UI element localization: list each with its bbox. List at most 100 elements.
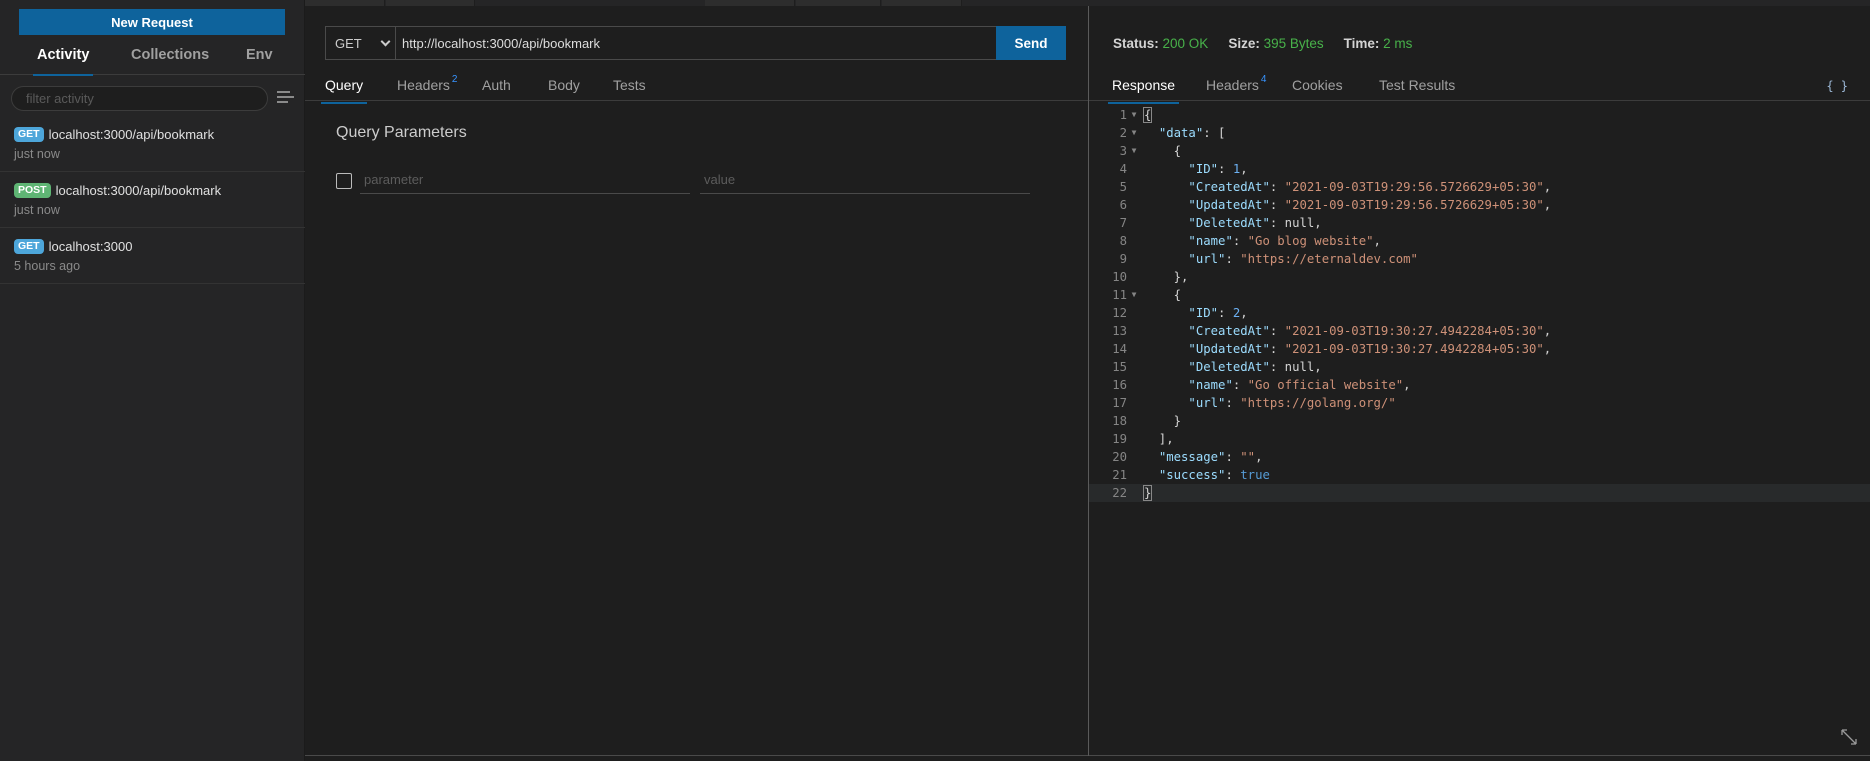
tab-cookies[interactable]: Cookies: [1292, 77, 1343, 93]
tab-query[interactable]: Query: [320, 77, 368, 104]
method-badge: POST: [14, 182, 51, 198]
line-number: 19: [1112, 432, 1127, 446]
line-number: 13: [1112, 324, 1127, 338]
line-number: 9: [1119, 252, 1127, 266]
fold-toggle-icon[interactable]: ▼: [1127, 124, 1141, 142]
method-badge: GET: [14, 238, 44, 254]
tab-activity[interactable]: Activity: [32, 47, 94, 76]
code-line: 10 },: [1089, 268, 1870, 286]
param-enabled-checkbox[interactable]: [336, 173, 352, 189]
line-content: "UpdatedAt": "2021-09-03T19:30:27.494228…: [1188, 342, 1552, 356]
line-content: {: [1144, 288, 1182, 302]
status-stat: Status: 200 OK: [1113, 36, 1208, 51]
line-content: "name": "Go official website",: [1188, 378, 1411, 392]
time-stat: Time: 2 ms: [1344, 36, 1413, 51]
line-content: {: [1142, 107, 1153, 123]
line-number: 22: [1112, 486, 1127, 500]
fold-toggle-icon[interactable]: ▼: [1127, 142, 1141, 160]
tab-test-results[interactable]: Test Results: [1379, 77, 1455, 93]
code-line: 5 "CreatedAt": "2021-09-03T19:29:56.5726…: [1089, 178, 1870, 196]
line-number: 7: [1119, 216, 1127, 230]
sidebar-tabs: Activity Collections Env: [0, 40, 305, 76]
activity-list: GET localhost:3000/api/bookmark just now…: [0, 116, 305, 284]
code-line: 11 ▼ {: [1089, 286, 1870, 304]
headers-count: 2: [451, 74, 458, 85]
tab-label: Query: [325, 77, 364, 93]
code-line: 2 ▼ "data": [: [1089, 124, 1870, 142]
sort-icon[interactable]: [277, 90, 295, 104]
line-number: 12: [1112, 306, 1127, 320]
method-select[interactable]: GET: [326, 27, 396, 59]
line-content: ],: [1144, 432, 1174, 446]
tab-tests[interactable]: Tests: [613, 77, 646, 93]
line-number: 5: [1119, 180, 1127, 194]
tab-response[interactable]: Response: [1107, 77, 1180, 104]
line-number: 8: [1119, 234, 1127, 248]
url-input[interactable]: [396, 27, 996, 59]
activity-time: just now: [14, 203, 60, 217]
query-param-row: [336, 166, 1056, 196]
param-value-input[interactable]: [700, 166, 1030, 194]
activity-url: localhost:3000/api/bookmark: [48, 126, 215, 142]
param-name-input[interactable]: [360, 166, 690, 194]
tab-response-headers[interactable]: Headers 4: [1206, 74, 1267, 93]
size-label: Size:: [1228, 36, 1260, 51]
line-content: "ID": 2,: [1188, 306, 1248, 320]
tab-label: Headers: [1206, 77, 1259, 93]
line-content: "url": "https://eternaldev.com": [1188, 252, 1418, 266]
filter-activity-input[interactable]: [11, 86, 268, 111]
code-line: 13 "CreatedAt": "2021-09-03T19:30:27.494…: [1089, 322, 1870, 340]
chevron-down-icon: [380, 36, 391, 47]
format-json-icon[interactable]: { }: [1826, 79, 1848, 93]
request-panel: GET Send Query Headers2 Auth Body Tests …: [305, 6, 1088, 756]
activity-item[interactable]: GET localhost:3000 5 hours ago: [0, 228, 305, 284]
line-content: }: [1142, 485, 1153, 501]
line-number: 3: [1119, 144, 1127, 158]
tab-env[interactable]: Env: [246, 47, 273, 63]
code-line: 8 "name": "Go blog website",: [1089, 232, 1870, 250]
tab-body[interactable]: Body: [548, 77, 580, 93]
activity-item[interactable]: POST localhost:3000/api/bookmark just no…: [0, 172, 305, 228]
response-body-editor[interactable]: 1 ▼{2 ▼ "data": [3 ▼ {4 "ID": 1, 5 "CreatedA…: [1089, 106, 1870, 502]
code-line: 18 }: [1089, 412, 1870, 430]
code-line: 21 "success": true: [1089, 466, 1870, 484]
line-number: 20: [1112, 450, 1127, 464]
activity-item[interactable]: GET localhost:3000/api/bookmark just now: [0, 116, 305, 172]
line-number: 14: [1112, 342, 1127, 356]
code-line: 6 "UpdatedAt": "2021-09-03T19:29:56.5726…: [1089, 196, 1870, 214]
headers-count: 4: [1260, 74, 1267, 85]
line-number: 17: [1112, 396, 1127, 410]
line-content: }: [1144, 414, 1182, 428]
expand-icon[interactable]: [1840, 728, 1858, 746]
query-parameters-title: Query Parameters: [336, 124, 467, 141]
panel-bottom-border: [1089, 755, 1870, 756]
code-line: 17 "url": "https://golang.org/": [1089, 394, 1870, 412]
status-label: Status:: [1113, 36, 1159, 51]
line-content: "DeletedAt": null,: [1188, 360, 1322, 374]
tab-headers[interactable]: Headers 2: [397, 74, 458, 93]
line-number: 6: [1119, 198, 1127, 212]
response-stats: Status: 200 OK Size: 395 Bytes Time: 2 m…: [1113, 36, 1412, 51]
line-content: "ID": 1,: [1188, 162, 1248, 176]
fold-toggle-icon[interactable]: ▼: [1127, 106, 1141, 124]
line-number: 15: [1112, 360, 1127, 374]
time-value: 2 ms: [1383, 36, 1413, 51]
time-label: Time:: [1343, 36, 1380, 51]
line-content: "name": "Go blog website",: [1188, 234, 1381, 248]
line-number: 1: [1119, 108, 1127, 122]
fold-toggle-icon[interactable]: ▼: [1127, 286, 1141, 304]
tab-label: Body: [548, 77, 580, 93]
code-line: 3 ▼ {: [1089, 142, 1870, 160]
code-line: 7 "DeletedAt": null,: [1089, 214, 1870, 232]
new-request-button[interactable]: New Request: [19, 9, 285, 35]
send-button[interactable]: Send: [996, 26, 1066, 60]
line-number: 10: [1112, 270, 1127, 284]
line-content: "CreatedAt": "2021-09-03T19:30:27.494228…: [1188, 324, 1552, 338]
url-bar: GET Send: [325, 26, 1066, 60]
method-value: GET: [335, 35, 362, 51]
tab-collections[interactable]: Collections: [131, 47, 209, 63]
line-content: "DeletedAt": null,: [1188, 216, 1322, 230]
tab-auth[interactable]: Auth: [482, 77, 511, 93]
size-stat: Size: 395 Bytes: [1228, 36, 1323, 51]
panel-bottom-border: [305, 755, 1088, 756]
